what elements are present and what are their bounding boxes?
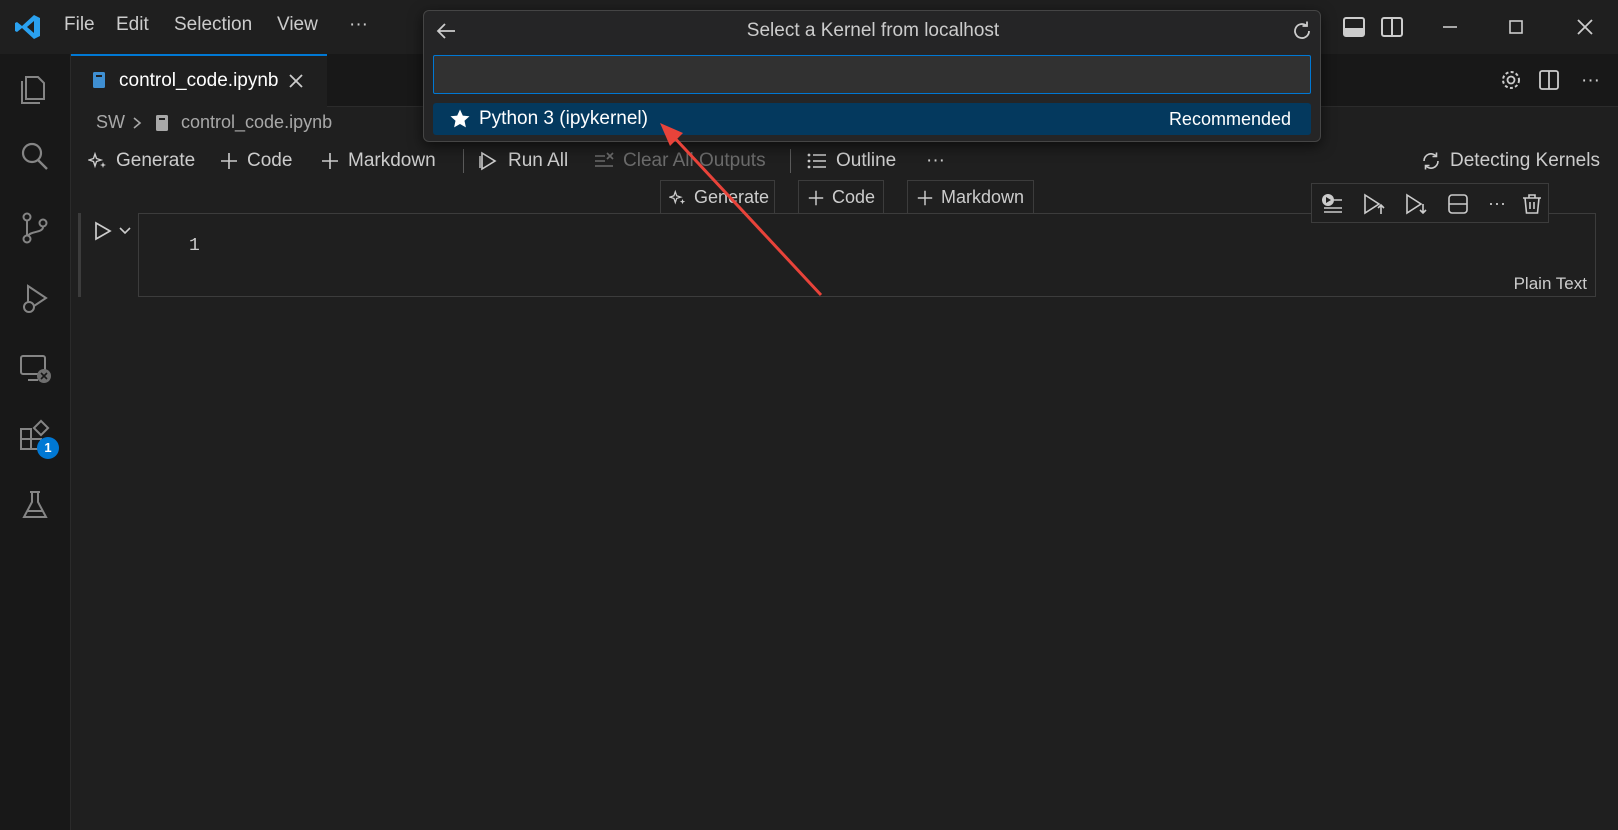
generate-label: Generate: [116, 150, 196, 171]
search-icon[interactable]: [16, 138, 54, 176]
add-code-cell-button[interactable]: Code: [219, 146, 292, 176]
editor-more-actions[interactable]: ···: [1581, 70, 1600, 92]
plus-icon: [219, 151, 239, 171]
line-number: 1: [189, 236, 200, 256]
chevron-right-icon: [131, 116, 143, 130]
add-markdown-cell-button[interactable]: Markdown: [320, 146, 436, 176]
cell-language-label[interactable]: Plain Text: [1514, 274, 1587, 294]
code-cell[interactable]: 1 Plain Text: [138, 213, 1596, 297]
markdown-label: Markdown: [348, 150, 436, 171]
sparkle-icon: [88, 151, 108, 171]
toolbar-divider: [463, 149, 464, 173]
remote-explorer-icon[interactable]: [16, 350, 54, 388]
plus-icon: [320, 151, 340, 171]
close-window-icon[interactable]: [1572, 14, 1598, 40]
quick-pick-input[interactable]: [433, 55, 1311, 94]
kernel-status-label: Detecting Kernels: [1450, 150, 1600, 171]
kernel-option-python3[interactable]: Python 3 (ipykernel) Recommended: [433, 103, 1311, 135]
cell-focus-indicator: [78, 213, 81, 297]
kernel-option-detail: Recommended: [1168, 109, 1291, 129]
explorer-icon[interactable]: [16, 69, 54, 107]
run-debug-icon[interactable]: [16, 280, 54, 318]
insert-generate-button[interactable]: Generate: [660, 180, 775, 214]
vscode-logo-icon: [14, 13, 42, 41]
testing-icon[interactable]: [16, 486, 54, 524]
kernel-option-label: Python 3 (ipykernel): [479, 108, 648, 129]
run-all-button[interactable]: Run All: [478, 146, 568, 176]
split-editor-icon[interactable]: [1537, 68, 1561, 92]
star-icon: [449, 108, 471, 130]
breadcrumb: SW control_code.ipynb: [96, 112, 332, 133]
tab-label: control_code.ipynb: [119, 70, 279, 91]
notebook-file-icon: [91, 70, 107, 90]
maximize-icon[interactable]: [1503, 14, 1529, 40]
execute-above-icon[interactable]: [1320, 192, 1344, 216]
toolbar-divider: [790, 149, 791, 173]
quick-pick-title: Select a Kernel from localhost: [746, 20, 1000, 41]
generate-button[interactable]: Generate: [88, 146, 195, 176]
run-cell-icon[interactable]: [92, 220, 114, 242]
clear-outputs-label: Clear All Outputs: [623, 150, 766, 171]
insert-code-button[interactable]: Code: [798, 180, 884, 214]
menu-file[interactable]: File: [64, 14, 95, 36]
extensions-badge: 1: [37, 437, 59, 459]
menu-edit[interactable]: Edit: [116, 14, 149, 36]
run-all-icon: [478, 151, 500, 171]
notebook-more-button[interactable]: ···: [926, 146, 945, 176]
plus-icon: [916, 189, 934, 207]
kernel-picker-button[interactable]: Detecting Kernels: [1420, 146, 1600, 176]
close-tab-icon[interactable]: [285, 70, 307, 92]
notebook-file-icon: [155, 114, 169, 132]
insert-markdown-button[interactable]: Markdown: [907, 180, 1034, 214]
cell-more-button[interactable]: ···: [1485, 192, 1509, 216]
sparkle-icon: [669, 189, 687, 207]
insert-code-label: Code: [832, 187, 876, 207]
tab-control-code[interactable]: control_code.ipynb: [71, 54, 327, 107]
outline-button[interactable]: Outline: [806, 146, 896, 176]
code-label: Code: [247, 150, 293, 171]
minimize-icon[interactable]: [1437, 14, 1463, 40]
toggle-secondary-sidebar-icon[interactable]: [1379, 14, 1405, 40]
cell-toolbar: ···: [1311, 183, 1549, 223]
menu-view[interactable]: View: [277, 14, 318, 36]
execute-cell-and-below-icon[interactable]: [1404, 192, 1428, 216]
gear-icon[interactable]: [1499, 68, 1523, 92]
insert-markdown-label: Markdown: [941, 187, 1025, 207]
menu-more[interactable]: ···: [349, 14, 368, 36]
trash-icon[interactable]: [1520, 192, 1544, 216]
refresh-icon[interactable]: [1290, 19, 1314, 43]
outline-label: Outline: [836, 150, 897, 171]
kernel-quick-pick: Select a Kernel from localhost Python 3 …: [423, 10, 1321, 142]
menu-selection[interactable]: Selection: [174, 14, 252, 36]
list-icon: [806, 151, 828, 171]
run-all-label: Run All: [508, 150, 569, 171]
toggle-panel-icon[interactable]: [1341, 14, 1367, 40]
insert-generate-label: Generate: [694, 187, 770, 207]
sync-icon: [1420, 150, 1442, 172]
split-cell-icon[interactable]: [1446, 192, 1470, 216]
clear-all-outputs-button[interactable]: Clear All Outputs: [593, 146, 766, 176]
clear-outputs-icon: [593, 151, 615, 171]
breadcrumb-folder[interactable]: SW: [96, 112, 125, 133]
chevron-down-icon[interactable]: [118, 224, 132, 238]
plus-icon: [807, 189, 825, 207]
execute-cell-and-above-icon[interactable]: [1362, 192, 1386, 216]
source-control-icon[interactable]: [16, 209, 54, 247]
activity-bar: 1: [0, 54, 71, 830]
breadcrumb-file[interactable]: control_code.ipynb: [181, 112, 332, 133]
